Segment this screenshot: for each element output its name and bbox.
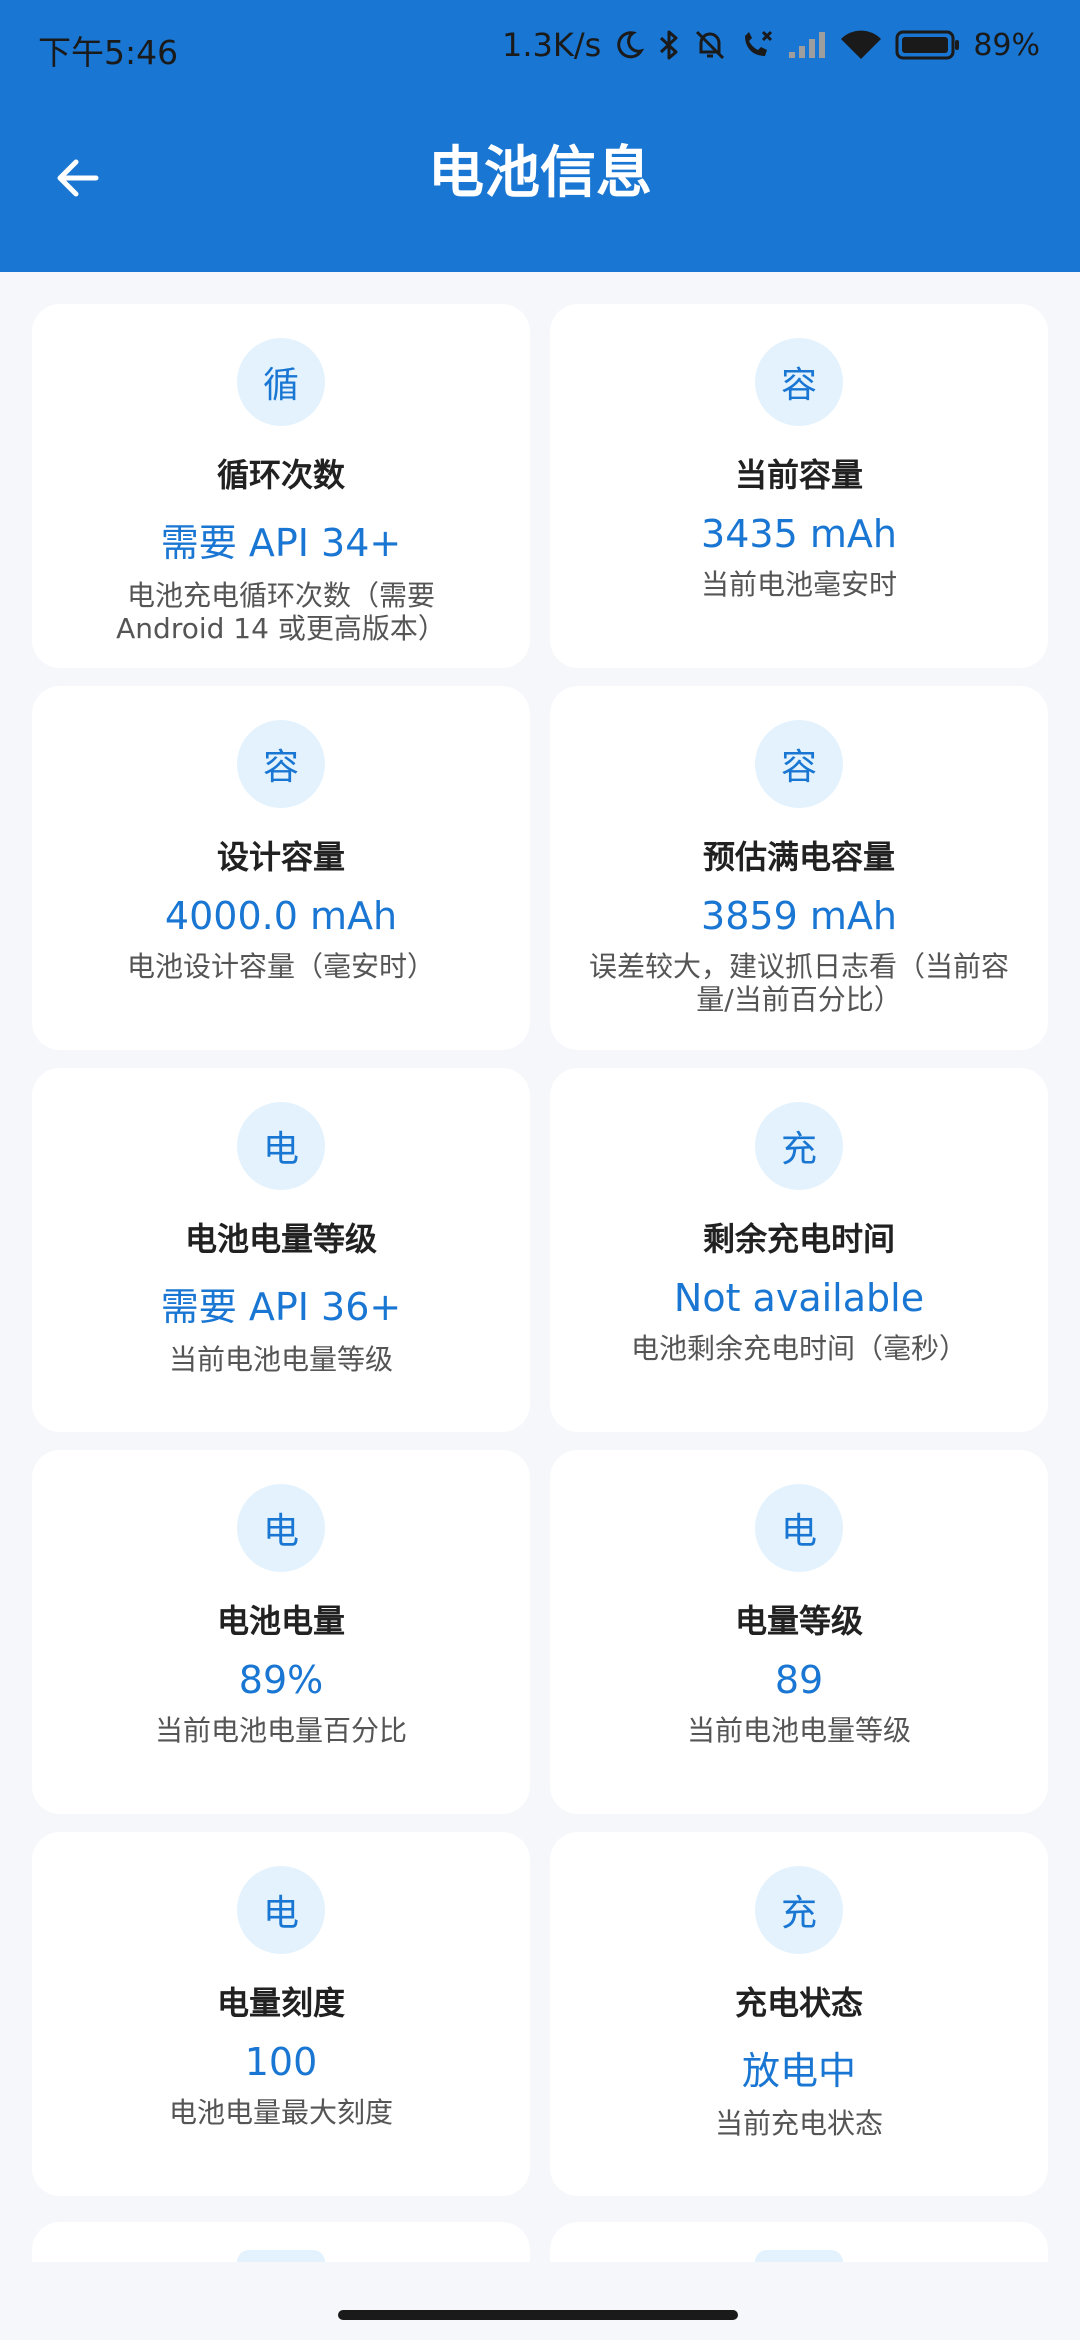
card-title: 预估满电容量 (702, 838, 895, 876)
card-description: 电池设计容量（毫安时） (126, 950, 435, 983)
card-value: 89 (774, 1658, 824, 1702)
card-description: 当前充电状态 (714, 2107, 883, 2140)
card-title: 当前容量 (734, 456, 863, 494)
card-icon: 充 (755, 1866, 843, 1954)
card-value: 3859 mAh (701, 894, 897, 938)
card-description: 电池充电循环次数（需要 Android 14 或更高版本） (116, 579, 446, 646)
bluetooth-icon (657, 29, 681, 61)
card-remaining-charge-time: 充 剩余充电时间 Not available 电池剩余充电时间（毫秒） (550, 1068, 1048, 1432)
card-charge-scale: 电 电量刻度 100 电池电量最大刻度 (32, 1832, 530, 2196)
card-description: 当前电池毫安时 (700, 568, 897, 601)
card-cycle-count: 循 循环次数 需要 API 34+ 电池充电循环次数（需要 Android 14… (32, 304, 530, 668)
status-icons: 1.3K/s 89% (502, 26, 1040, 64)
navigation-bar (0, 2262, 1080, 2340)
card-icon: 容 (755, 338, 843, 426)
card-icon: 电 (237, 1866, 325, 1954)
card-icon: 电 (755, 1484, 843, 1572)
card-battery-level-grade: 电 电池电量等级 需要 API 36+ 当前电池电量等级 (32, 1068, 530, 1432)
card-value: 3435 mAh (701, 512, 897, 556)
card-design-capacity: 容 设计容量 4000.0 mAh 电池设计容量（毫安时） (32, 686, 530, 1050)
card-icon (755, 2250, 843, 2262)
card-value: 放电中 (741, 2049, 856, 2093)
card-battery-percent: 电 电池电量 89% 当前电池电量百分比 (32, 1450, 530, 1814)
card-icon: 电 (237, 1102, 325, 1190)
card-title: 循环次数 (216, 456, 345, 494)
card-value: 100 (244, 2040, 318, 2084)
card-value: 需要 API 36+ (160, 1285, 402, 1329)
battery-percent: 89% (973, 27, 1040, 63)
status-time: 下午5:46 (38, 33, 179, 72)
card-description: 当前电池电量百分比 (154, 1714, 407, 1747)
card-value: 89% (238, 1658, 324, 1702)
card-title: 剩余充电时间 (702, 1220, 895, 1258)
card-title: 电量刻度 (216, 1984, 345, 2022)
card-description: 电池电量最大刻度 (168, 2096, 393, 2129)
card-description: 当前电池电量等级 (686, 1714, 911, 1747)
signal-icon (787, 30, 827, 60)
battery-icon (895, 29, 961, 61)
status-bar: 下午5:46 1.3K/s 89% (0, 0, 1080, 100)
partial-card (32, 2222, 530, 2262)
card-description: 电池剩余充电时间（毫秒） (630, 1332, 967, 1365)
card-title: 电池电量 (216, 1602, 345, 1640)
card-charging-status: 充 充电状态 放电中 当前充电状态 (550, 1832, 1048, 2196)
card-description: 当前电池电量等级 (168, 1343, 393, 1376)
card-icon (237, 2250, 325, 2262)
missed-call-icon (739, 28, 775, 62)
card-icon: 容 (237, 720, 325, 808)
app-header: 下午5:46 1.3K/s 89% 电池信息 (0, 0, 1080, 272)
card-title: 电量等级 (734, 1602, 863, 1640)
card-icon: 电 (237, 1484, 325, 1572)
card-value: 需要 API 34+ (160, 521, 402, 565)
card-charge-level: 电 电量等级 89 当前电池电量等级 (550, 1450, 1048, 1814)
card-current-capacity: 容 当前容量 3435 mAh 当前电池毫安时 (550, 304, 1048, 668)
card-value: 4000.0 mAh (164, 894, 398, 938)
card-icon: 充 (755, 1102, 843, 1190)
page-title: 电池信息 (428, 141, 652, 206)
card-icon: 容 (755, 720, 843, 808)
moon-icon (613, 29, 645, 61)
card-title: 设计容量 (216, 838, 345, 876)
battery-info-grid: 循 循环次数 需要 API 34+ 电池充电循环次数（需要 Android 14… (32, 304, 1048, 2196)
home-indicator[interactable] (338, 2310, 738, 2320)
card-value: Not available (673, 1276, 925, 1320)
network-speed: 1.3K/s (501, 26, 602, 64)
partial-card (550, 2222, 1048, 2262)
card-title: 充电状态 (734, 1984, 863, 2022)
card-title: 电池电量等级 (184, 1220, 377, 1258)
card-icon: 循 (237, 338, 325, 426)
card-estimated-full-capacity: 容 预估满电容量 3859 mAh 误差较大，建议抓日志看（当前容量/当前百分比… (550, 686, 1048, 1050)
next-cards-row (32, 2222, 1048, 2262)
card-description: 误差较大，建议抓日志看（当前容量/当前百分比） (589, 950, 1010, 1017)
wifi-icon (839, 29, 883, 61)
muted-bell-icon (693, 28, 727, 62)
